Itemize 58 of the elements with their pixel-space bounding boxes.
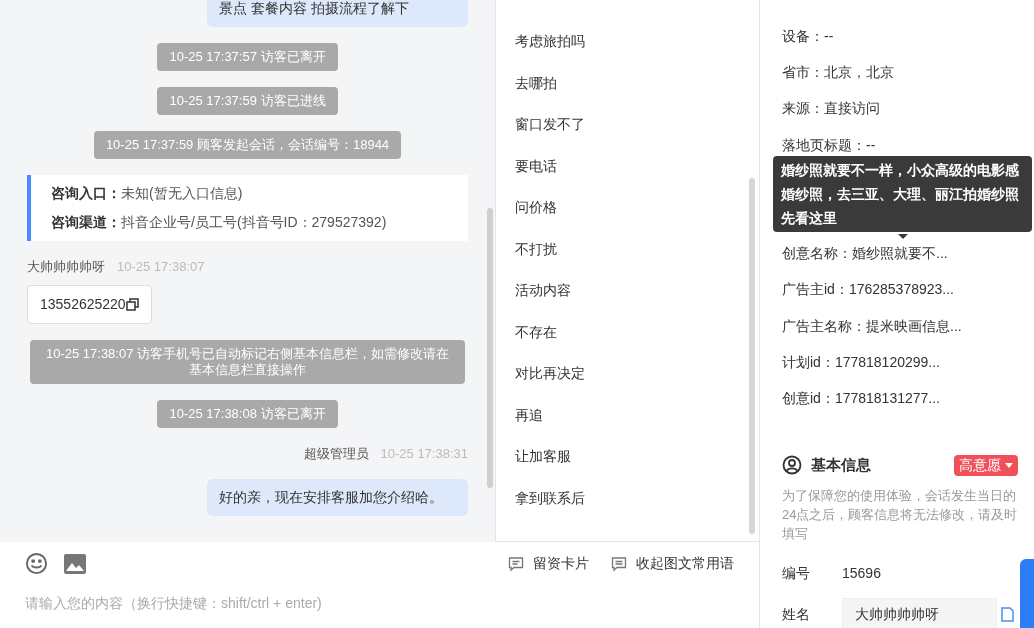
info-row: 来源：直接访问 xyxy=(782,100,880,117)
caret-icon xyxy=(1005,462,1013,468)
emoji-icon[interactable] xyxy=(25,552,48,575)
info-row: 创意名称：婚纱照就要不... xyxy=(782,245,948,262)
toolbar-button[interactable]: 收起图文常用语 xyxy=(611,553,734,574)
system-notice: 10-25 17:37:57 访客已离开 xyxy=(157,43,338,71)
quick-reply-item[interactable]: 让加客服 xyxy=(515,437,759,479)
quick-reply-item[interactable]: 拿到联系后 xyxy=(515,478,759,520)
field-label: 姓名 xyxy=(782,605,811,625)
info-row: 创意id：177818131277... xyxy=(782,389,940,406)
entry-label: 咨询渠道： xyxy=(51,213,121,232)
quick-reply-item[interactable]: 问价格 xyxy=(515,188,759,230)
entry-value: 未知(暂无入口信息) xyxy=(121,184,243,203)
message-time: 10-25 17:38:31 xyxy=(380,444,468,463)
entry-label: 咨询入口： xyxy=(51,184,121,203)
quick-reply-item[interactable]: 再追 xyxy=(515,395,759,437)
intent-dropdown[interactable]: 高意愿 xyxy=(954,454,1018,476)
tooltip: 婚纱照就要不一样，小众高级的电影感婚纱照，去三亚、大理、丽江拍婚纱照先看这里 xyxy=(773,156,1032,232)
notice-text: 为了保障您的使用体验，会话发生当日的24点之后，顾客信息将无法修改，请及时填写 xyxy=(782,486,1018,543)
quick-reply-item[interactable]: 不打扰 xyxy=(515,229,759,271)
message-icon xyxy=(611,555,627,572)
info-row: 计划id：177818120299... xyxy=(782,353,940,370)
copy-icon[interactable] xyxy=(125,297,139,311)
scrollbar[interactable] xyxy=(749,178,755,534)
phone-number: 13552625220 xyxy=(40,294,126,314)
system-notice: 10-25 17:37:59 顾客发起会话，会话编号：18944 xyxy=(93,131,402,159)
toolbar-button[interactable]: 留资卡片 xyxy=(508,553,589,574)
quick-reply-item[interactable]: 不存在 xyxy=(515,312,759,354)
user-icon xyxy=(782,455,802,476)
info-row: 省市：北京，北京 xyxy=(782,64,894,81)
quick-reply-item[interactable]: 活动内容 xyxy=(515,271,759,313)
info-row: 广告主名称：提米映画信息... xyxy=(782,317,962,334)
info-row: 落地页标题：-- xyxy=(782,136,876,153)
message-bubble: 景点 套餐内容 拍摄流程了解下 xyxy=(207,0,468,27)
system-notice: 10-25 17:38:07 访客手机号已自动标记右侧基本信息栏，如需修改请在基本信息栏直接操作 xyxy=(30,339,465,384)
field-label: 编号 xyxy=(782,563,811,583)
entry-value: 抖音企业号/员工号(抖音号ID：279527392) xyxy=(121,213,387,232)
system-notice: 10-25 17:38:08 访客已离开 xyxy=(157,399,338,428)
section-title: 基本信息 xyxy=(811,455,871,476)
message-icon xyxy=(508,555,524,572)
quick-reply-item[interactable]: 窗口发不了 xyxy=(515,105,759,147)
tooltip-arrow xyxy=(898,234,908,239)
quick-reply-item[interactable]: 去哪拍 xyxy=(515,63,759,105)
info-row: 设备：-- xyxy=(782,28,834,44)
scrollbar[interactable] xyxy=(487,208,493,488)
quick-reply-item[interactable]: 对比再决定 xyxy=(515,354,759,396)
field-value: 15696 xyxy=(842,563,881,583)
system-notice: 10-25 17:37:59 访客已进线 xyxy=(157,87,338,115)
name-field[interactable]: 大帅帅帅帅呀 xyxy=(842,597,997,628)
sender-name: 超级管理员 xyxy=(303,444,369,463)
message-time: 10-25 17:38:07 xyxy=(117,258,205,276)
info-row: 广告主id：176285378923... xyxy=(782,281,954,298)
quick-reply-item[interactable]: 考虑旅拍吗 xyxy=(515,22,759,64)
quick-reply-item[interactable]: 要电话 xyxy=(515,146,759,188)
sender-name: 大帅帅帅帅呀 xyxy=(27,258,105,276)
message-bubble: 好的亲，现在安排客服加您介绍哈。 xyxy=(207,479,468,516)
message-input[interactable]: 请输入您的内容（换行快捷键：shift/ctrl + enter) xyxy=(25,593,734,614)
image-icon[interactable] xyxy=(64,553,86,574)
